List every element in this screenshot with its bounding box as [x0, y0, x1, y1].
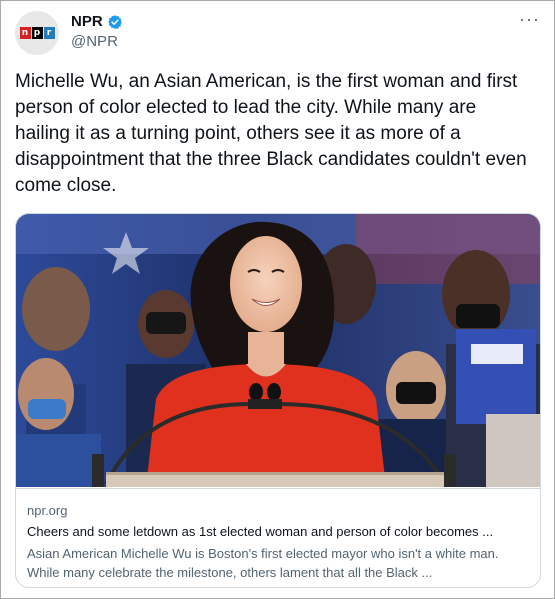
display-name[interactable]: NPR: [71, 13, 103, 30]
link-card-meta: npr.org Cheers and some letdown as 1st e…: [16, 488, 540, 587]
tweet: n p r NPR @NPR ··· Michelle Wu, an Asian…: [1, 1, 554, 598]
avatar[interactable]: n p r: [15, 11, 59, 55]
logo-letter-n: n: [19, 27, 31, 39]
tweet-text: Michelle Wu, an Asian American, is the f…: [15, 71, 527, 196]
link-card[interactable]: npr.org Cheers and some letdown as 1st e…: [15, 213, 541, 588]
logo-letter-r: r: [43, 27, 55, 39]
article-photo: [16, 214, 540, 487]
link-domain: npr.org: [27, 503, 68, 518]
link-description: Asian American Michelle Wu is Boston's f…: [27, 546, 499, 580]
more-horizontal-icon[interactable]: ···: [519, 9, 540, 30]
author-name-row: NPR: [71, 13, 123, 30]
verified-badge-icon: [107, 14, 122, 29]
npr-logo: n p r: [19, 27, 55, 39]
link-title[interactable]: Cheers and some letdown as 1st elected w…: [27, 524, 537, 539]
account-handle[interactable]: @NPR: [71, 33, 118, 50]
logo-letter-p: p: [31, 27, 43, 39]
tweet-frame: n p r NPR @NPR ··· Michelle Wu, an Asian…: [0, 0, 555, 599]
